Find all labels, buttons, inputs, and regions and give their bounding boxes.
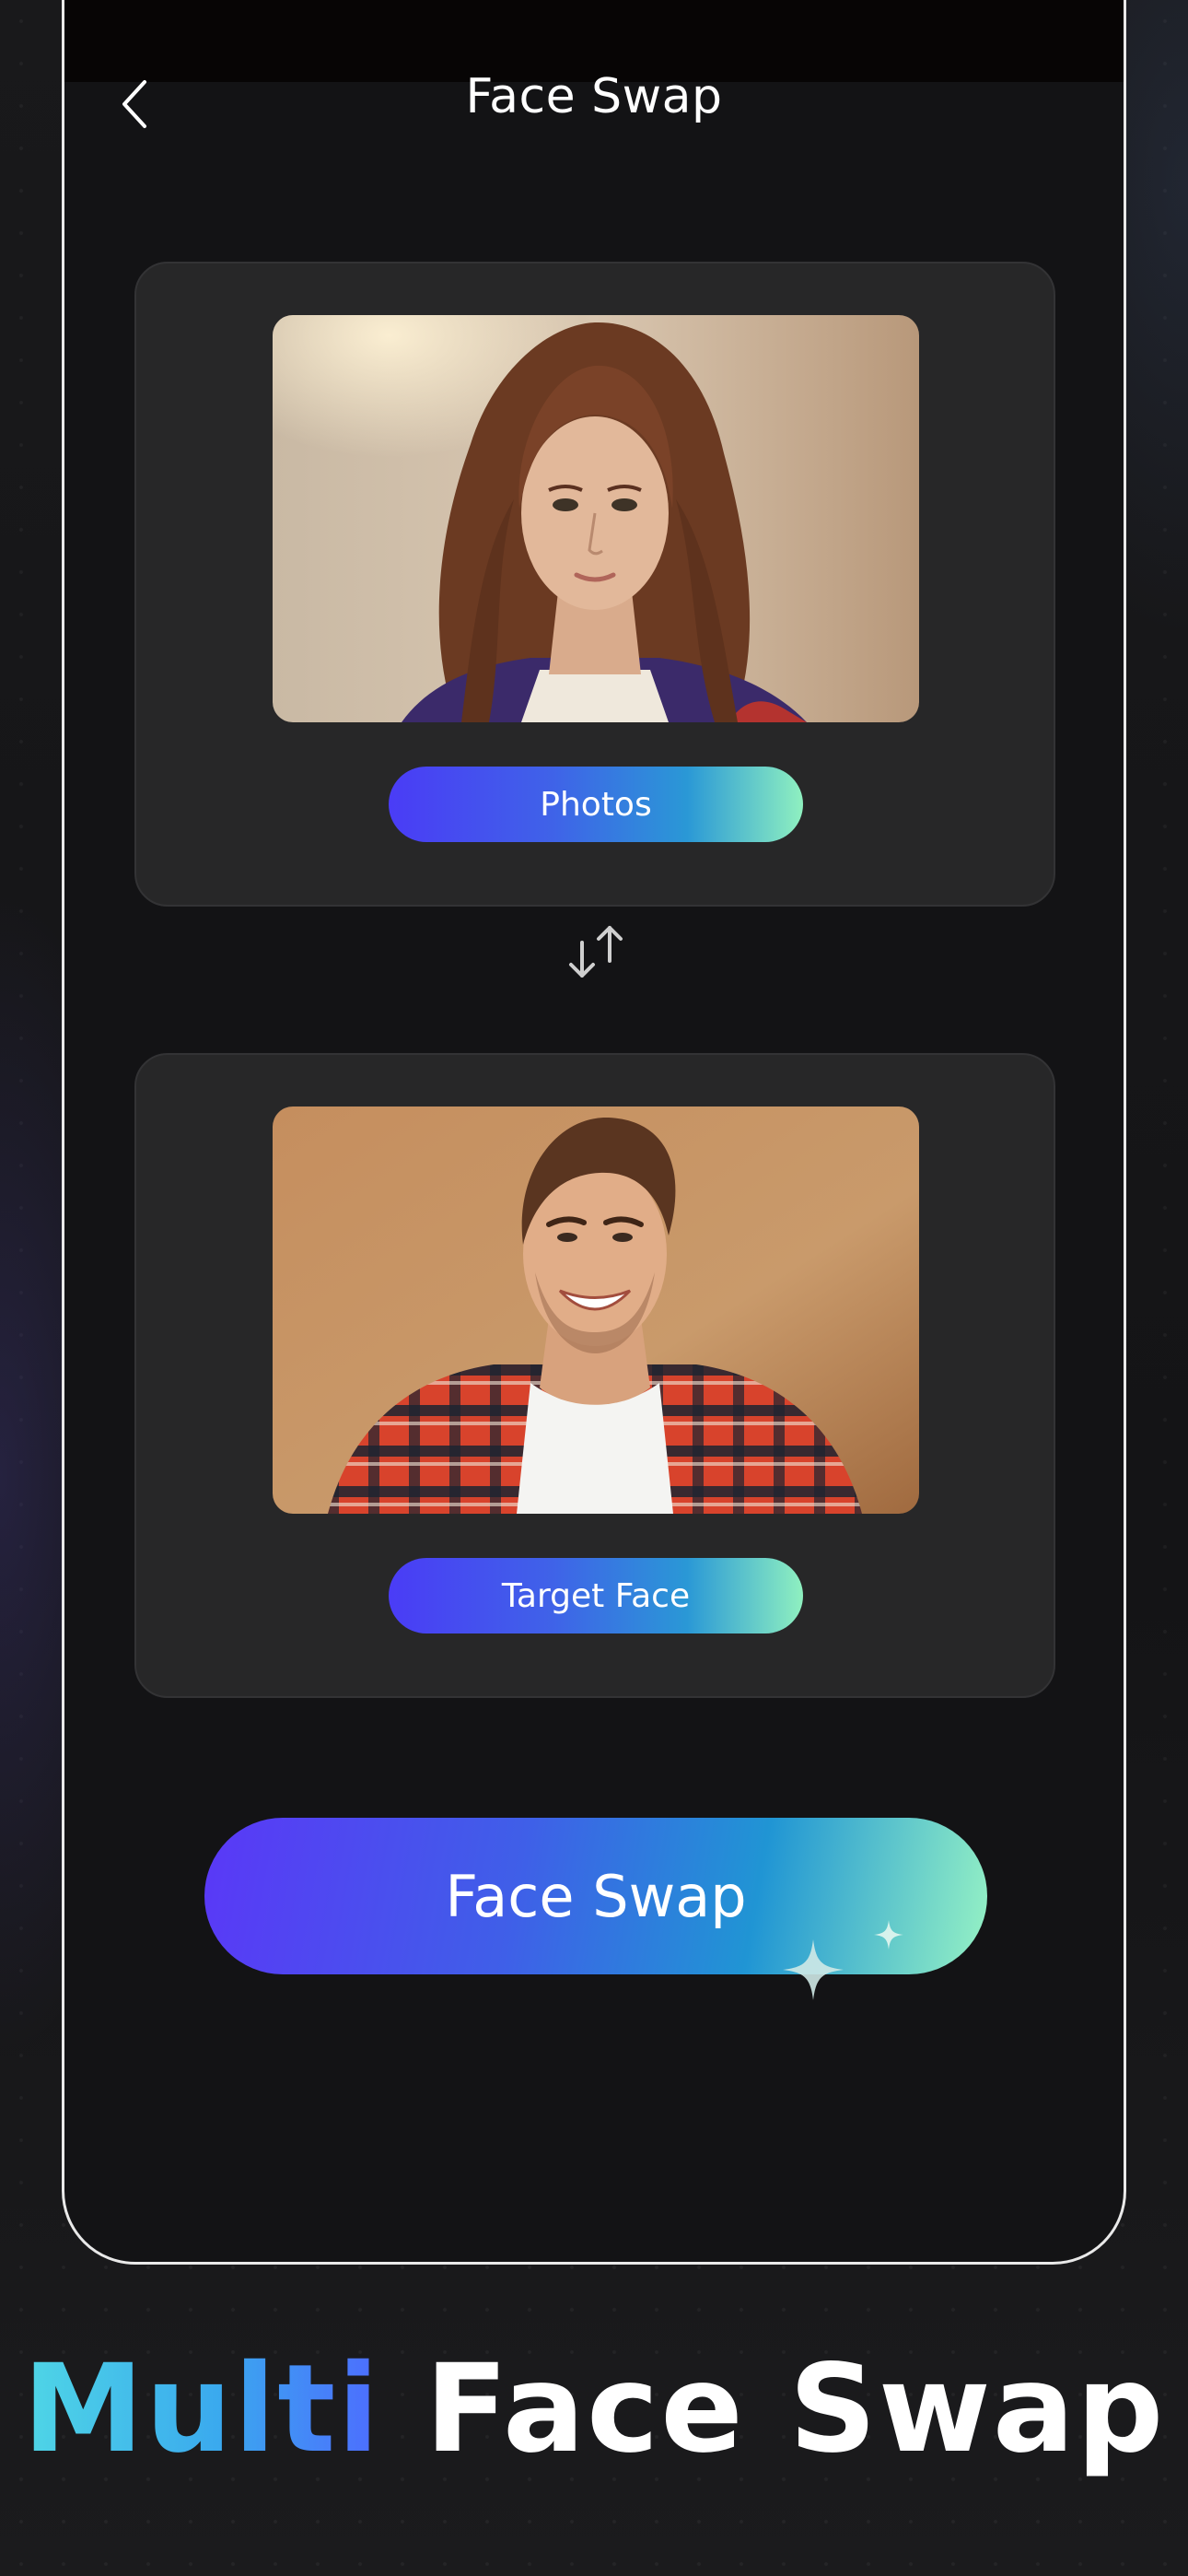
swap-vertical-arrows-icon xyxy=(569,926,623,978)
face-swap-button[interactable]: Face Swap xyxy=(204,1818,987,1974)
target-face-card: Target Face xyxy=(134,1053,1055,1698)
source-photo-card: Photos xyxy=(134,262,1055,907)
target-photo[interactable] xyxy=(273,1107,919,1514)
headline-accent-word: Multi xyxy=(22,2338,381,2480)
headline-rest: Face Swap xyxy=(425,2338,1166,2480)
page-title: Face Swap xyxy=(465,69,723,124)
app-screenshot: Face Swap Photos Target Face Face Swap M… xyxy=(0,0,1188,2576)
photos-button[interactable]: Photos xyxy=(389,767,803,842)
source-photo[interactable] xyxy=(273,315,919,722)
target-face-button[interactable]: Target Face xyxy=(389,1558,803,1633)
man-portrait-image xyxy=(273,1107,919,1514)
phone-frame: Face Swap Photos Target Face Face Swap xyxy=(62,0,1126,2265)
sparkle-small-icon xyxy=(873,1919,904,1950)
swap-button[interactable] xyxy=(560,915,634,989)
woman-portrait-image xyxy=(273,315,919,722)
promo-headline: Multi Face Swap xyxy=(0,2338,1188,2480)
sparkle-icon xyxy=(783,1939,844,2000)
